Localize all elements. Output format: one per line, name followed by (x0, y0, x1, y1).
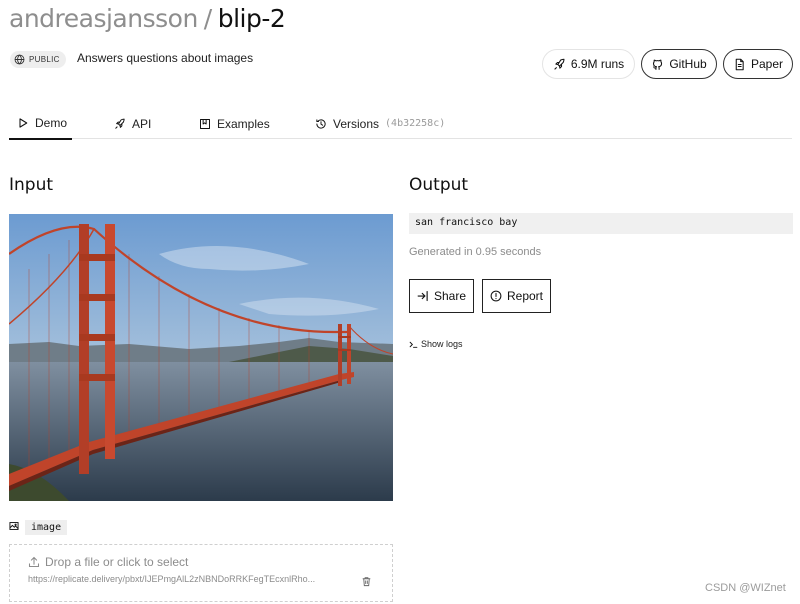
golden-gate-bridge-photo (9, 214, 393, 501)
github-button[interactable]: GitHub (641, 49, 717, 79)
runs-count-button[interactable]: 6.9M runs (542, 49, 635, 79)
trash-icon[interactable] (361, 576, 372, 587)
history-icon (316, 118, 326, 129)
tab-versions[interactable]: Versions (4b32258c) (315, 108, 445, 139)
runs-count-label: 6.9M runs (570, 57, 625, 71)
input-field-name: image (25, 519, 68, 535)
share-label: Share (433, 289, 467, 303)
title-separator: / (203, 4, 212, 33)
rocket-icon (554, 58, 565, 70)
tab-bar: Demo API Examples Versions (4b32258c) (9, 108, 792, 140)
page-title: andreasjansson / blip-2 (9, 4, 286, 34)
input-heading: Input (9, 175, 54, 195)
image-icon (9, 518, 19, 536)
tab-versions-label: Versions (333, 116, 380, 131)
show-logs-label: Show logs (421, 339, 463, 349)
bookmark-icon (200, 118, 210, 129)
tab-demo-label: Demo (35, 116, 68, 130)
globe-icon (14, 54, 25, 65)
tab-demo[interactable]: Demo (9, 108, 72, 140)
paper-button[interactable]: Paper (723, 49, 793, 79)
model-name: blip-2 (217, 4, 286, 33)
share-button[interactable]: Share (409, 279, 474, 313)
share-icon (417, 290, 428, 302)
output-result: san francisco bay (409, 213, 793, 234)
alert-circle-icon (490, 290, 502, 302)
github-label: GitHub (669, 57, 707, 71)
tab-examples-label: Examples (217, 116, 270, 131)
rocket-icon (115, 118, 125, 129)
uploaded-file-url: https://replicate.delivery/pbxt/IJEPmgAl… (28, 574, 316, 584)
dropzone-text: Drop a file or click to select (45, 555, 189, 569)
play-icon (19, 118, 28, 128)
show-logs-toggle[interactable]: Show logs (409, 339, 463, 349)
tab-examples[interactable]: Examples (199, 108, 270, 139)
visibility-badge: PUBLIC (10, 51, 66, 68)
watermark: CSDN @WIZnet (705, 582, 786, 594)
model-description: Answers questions about images (77, 51, 254, 65)
version-id: (4b32258c) (385, 118, 446, 129)
model-owner-link[interactable]: andreasjansson (9, 4, 198, 33)
terminal-icon (409, 341, 418, 348)
paper-label: Paper (750, 57, 784, 71)
output-heading: Output (409, 175, 469, 195)
report-button[interactable]: Report (482, 279, 551, 313)
input-image-preview (9, 214, 393, 501)
document-icon (735, 58, 744, 70)
file-dropzone[interactable]: Drop a file or click to select https://r… (9, 544, 393, 602)
tab-api[interactable]: API (114, 108, 151, 139)
upload-icon (28, 556, 40, 568)
visibility-label: PUBLIC (29, 55, 60, 64)
github-icon (653, 59, 663, 70)
tab-api-label: API (132, 116, 152, 131)
input-field-label-row: image (9, 518, 68, 536)
report-label: Report (506, 289, 544, 303)
dropzone-prompt: Drop a file or click to select (28, 555, 188, 569)
generation-time: Generated in 0.95 seconds (409, 246, 542, 258)
